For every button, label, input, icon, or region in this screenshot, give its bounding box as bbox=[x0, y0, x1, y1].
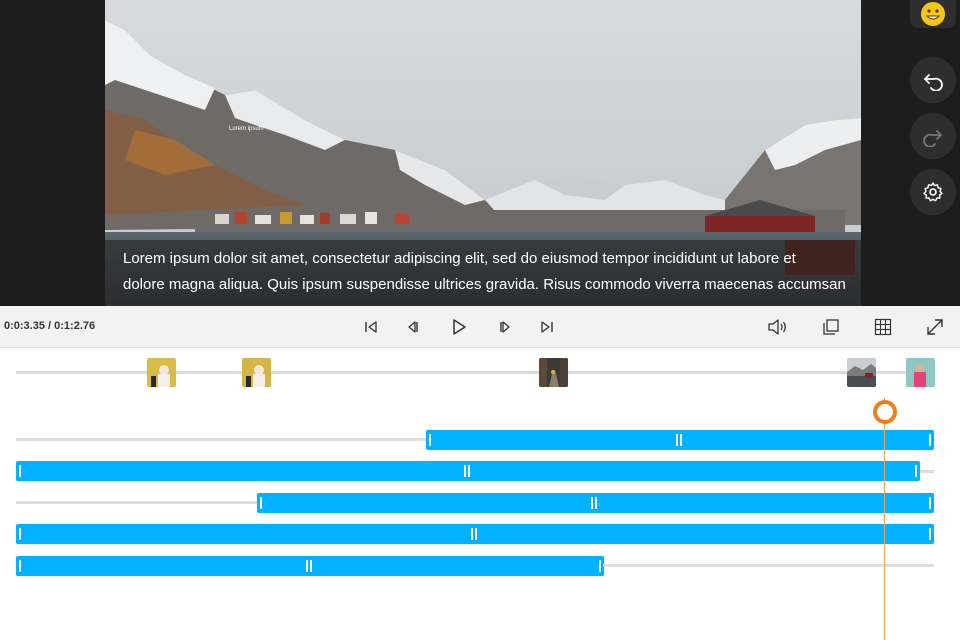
skip-to-end-icon bbox=[541, 321, 553, 333]
previous-frame-icon bbox=[408, 321, 418, 333]
gear-icon bbox=[923, 182, 943, 202]
clip-start-handle[interactable] bbox=[19, 528, 21, 540]
skip-to-start-icon bbox=[365, 321, 377, 333]
subtitle-caption[interactable]: Lorem ipsum dolor sit amet, consectetur … bbox=[105, 240, 861, 306]
next-frame-icon bbox=[500, 321, 510, 333]
timeline-thumbnail[interactable] bbox=[242, 358, 271, 387]
timeline-panel bbox=[0, 348, 960, 640]
clip-end-handle[interactable] bbox=[929, 528, 931, 540]
timeline-thumbnail[interactable] bbox=[147, 358, 176, 387]
playhead-handle[interactable] bbox=[873, 400, 897, 424]
track-3-clip[interactable] bbox=[257, 493, 934, 513]
text-overlay-label[interactable]: Lorem ipsum bbox=[229, 126, 264, 132]
clip-end-handle[interactable] bbox=[599, 560, 601, 572]
undo-button[interactable] bbox=[910, 57, 956, 103]
track-3-line[interactable] bbox=[16, 501, 260, 504]
clip-end-handle[interactable] bbox=[929, 497, 931, 509]
emoji-icon bbox=[921, 2, 945, 26]
clip-center-handle[interactable] bbox=[471, 528, 477, 540]
clip-start-handle[interactable] bbox=[429, 434, 431, 446]
clip-start-handle[interactable] bbox=[19, 465, 21, 477]
timeline-thumbnail[interactable] bbox=[847, 358, 876, 387]
clip-center-handle[interactable] bbox=[676, 434, 682, 446]
track-4-clip[interactable] bbox=[16, 524, 934, 544]
expand-icon bbox=[927, 319, 943, 335]
clip-center-handle[interactable] bbox=[306, 560, 312, 572]
clip-end-handle[interactable] bbox=[929, 434, 931, 446]
copy-button[interactable] bbox=[819, 315, 843, 339]
settings-button[interactable] bbox=[910, 169, 956, 215]
timeline-thumbnail[interactable] bbox=[539, 358, 568, 387]
timecode-display: 0:0:3.35 / 0:1:2.76 bbox=[4, 320, 96, 332]
play-button[interactable] bbox=[447, 315, 471, 339]
track-2-clip[interactable] bbox=[16, 461, 920, 481]
portrait-thumbnail-image bbox=[906, 358, 935, 387]
grid-icon bbox=[874, 318, 892, 336]
redo-icon bbox=[923, 130, 942, 147]
volume-icon bbox=[768, 319, 786, 335]
portrait-thumbnail-image bbox=[242, 358, 271, 387]
caption-line-1: Lorem ipsum dolor sit amet, consectetur … bbox=[123, 250, 796, 267]
playhead-line bbox=[884, 398, 885, 640]
viewer-area: Lorem ipsum Lorem ipsum dolor sit amet, … bbox=[0, 0, 960, 306]
clip-center-handle[interactable] bbox=[464, 465, 470, 477]
undo-icon bbox=[924, 74, 943, 91]
timeline-thumbnail[interactable] bbox=[906, 358, 935, 387]
redo-button[interactable] bbox=[910, 113, 956, 159]
clip-start-handle[interactable] bbox=[260, 497, 262, 509]
grid-button[interactable] bbox=[871, 315, 895, 339]
clip-end-handle[interactable] bbox=[915, 465, 917, 477]
fullscreen-button[interactable] bbox=[923, 315, 947, 339]
video-preview[interactable]: Lorem ipsum Lorem ipsum dolor sit amet, … bbox=[105, 0, 861, 306]
caption-line-2: dolore magna aliqua. Quis ipsum suspendi… bbox=[123, 276, 846, 293]
track-1-line[interactable] bbox=[16, 438, 428, 441]
portrait-thumbnail-image bbox=[147, 358, 176, 387]
copy-icon bbox=[823, 319, 839, 335]
volume-button[interactable] bbox=[766, 315, 790, 339]
skip-to-end-button[interactable] bbox=[535, 315, 559, 339]
play-icon bbox=[453, 319, 466, 335]
track-5-clip[interactable] bbox=[16, 556, 604, 576]
track-1-clip[interactable] bbox=[426, 430, 934, 450]
skip-to-start-button[interactable] bbox=[359, 315, 383, 339]
harbor-thumbnail-image bbox=[847, 358, 876, 387]
previous-frame-button[interactable] bbox=[401, 315, 425, 339]
playback-control-bar: 0:0:3.35 / 0:1:2.76 bbox=[0, 306, 960, 348]
next-frame-button[interactable] bbox=[493, 315, 517, 339]
emoji-sticker-button[interactable] bbox=[910, 0, 956, 28]
clip-start-handle[interactable] bbox=[19, 560, 21, 572]
clip-center-handle[interactable] bbox=[591, 497, 597, 509]
street-thumbnail-image bbox=[539, 358, 568, 387]
track-2-line[interactable] bbox=[918, 470, 934, 473]
